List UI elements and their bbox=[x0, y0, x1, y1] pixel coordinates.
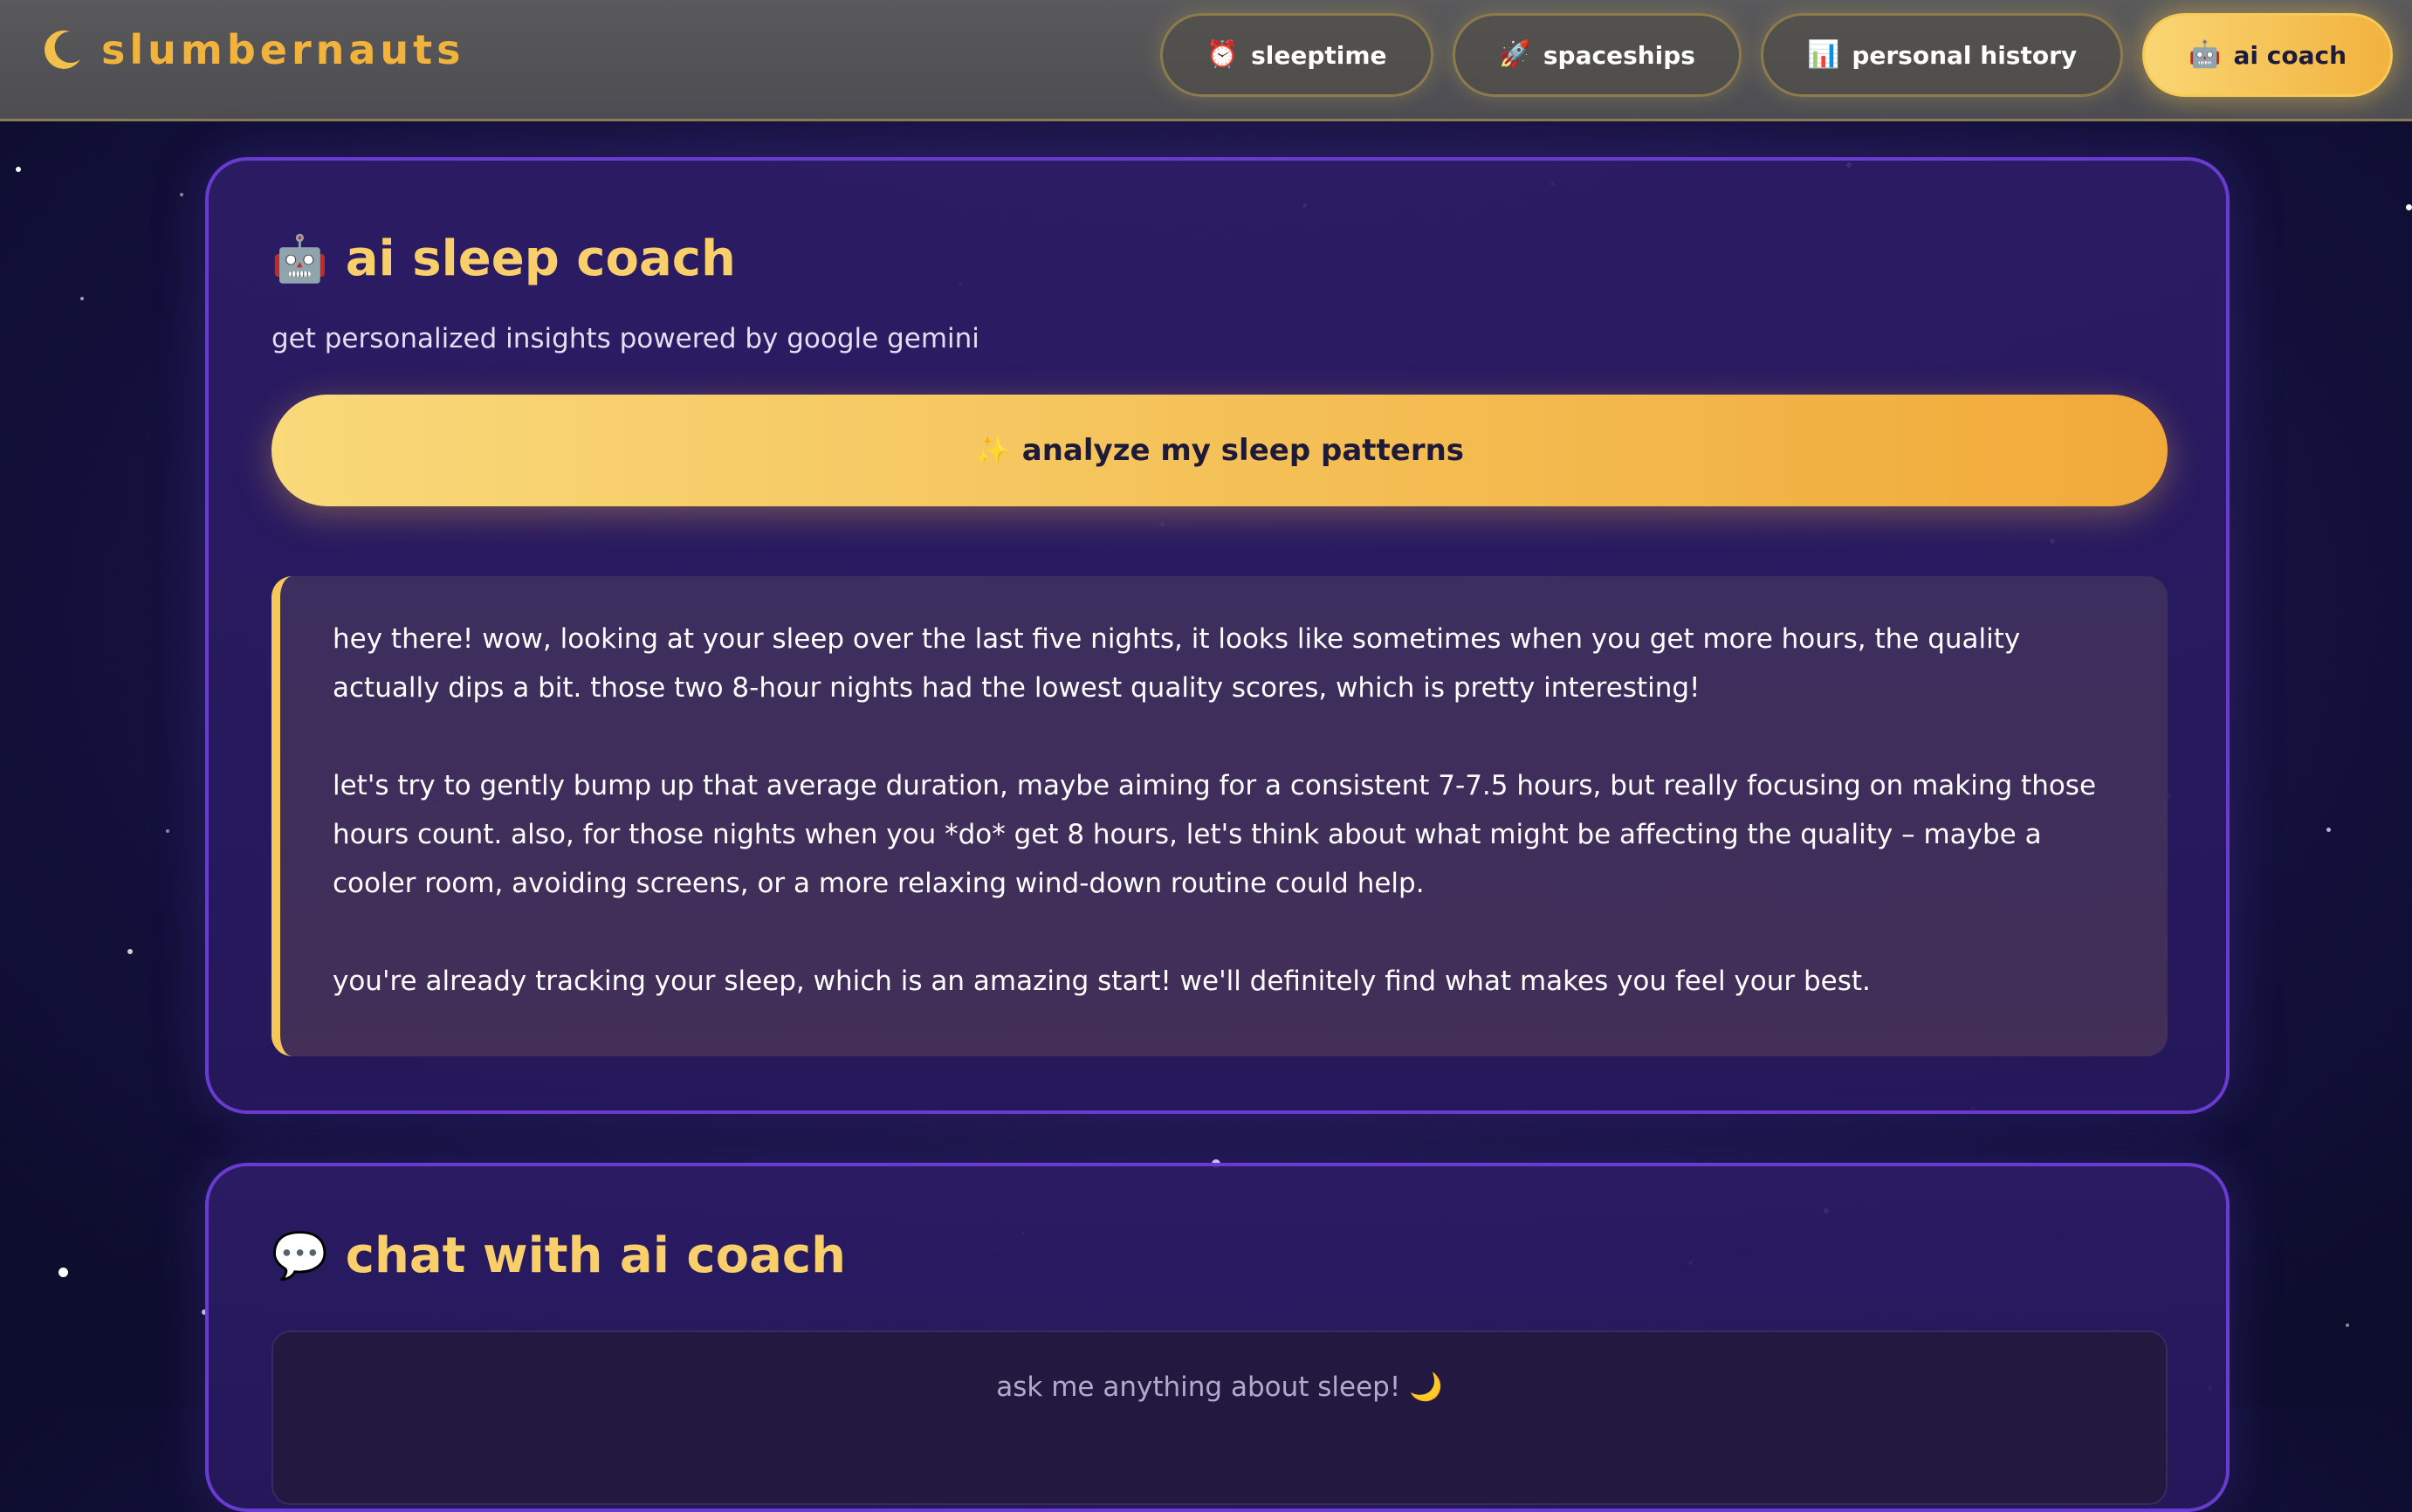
coach-title: 🤖 ai sleep coach bbox=[271, 230, 736, 287]
brand[interactable]: slumbernauts bbox=[40, 26, 465, 73]
nav-spaceships-button[interactable]: 🚀 spaceships bbox=[1452, 13, 1742, 97]
app-name: slumbernauts bbox=[101, 26, 465, 73]
coach-title-text: ai sleep coach bbox=[345, 230, 736, 287]
chat-empty-placeholder: ask me anything about sleep! 🌙 bbox=[996, 1371, 1443, 1403]
main-nav: ⏰ sleeptime 🚀 spaceships 📊 personal hist… bbox=[1159, 13, 2393, 97]
robot-icon: 🤖 bbox=[271, 232, 328, 285]
ai-sleep-coach-card: 🤖 ai sleep coach get personalized insigh… bbox=[205, 157, 2230, 1114]
analyze-button-label: analyze my sleep patterns bbox=[1021, 433, 1465, 468]
insight-paragraph: hey there! wow, looking at your sleep ov… bbox=[333, 623, 2021, 704]
bar-chart-icon: 📊 bbox=[1806, 39, 1840, 70]
sparkles-icon: ✨ bbox=[974, 434, 1010, 467]
nav-ai-coach-label: ai coach bbox=[2233, 40, 2347, 70]
alarm-clock-icon: ⏰ bbox=[1206, 39, 1240, 70]
coach-subtitle: get personalized insights powered by goo… bbox=[271, 323, 979, 354]
nav-personal-history-button[interactable]: 📊 personal history bbox=[1760, 13, 2124, 97]
chat-messages-area[interactable]: ask me anything about sleep! 🌙 bbox=[271, 1330, 2168, 1505]
rocket-icon: 🚀 bbox=[1498, 39, 1531, 70]
nav-spaceships-label: spaceships bbox=[1543, 40, 1695, 70]
speech-bubble-icon: 💬 bbox=[271, 1229, 328, 1282]
nav-sleeptime-button[interactable]: ⏰ sleeptime bbox=[1159, 13, 1433, 97]
analyze-sleep-patterns-button[interactable]: ✨ analyze my sleep patterns bbox=[271, 395, 2168, 506]
insight-paragraph: you're already tracking your sleep, whic… bbox=[333, 966, 1871, 997]
ai-insight-panel: hey there! wow, looking at your sleep ov… bbox=[271, 576, 2168, 1056]
top-navbar: slumbernauts ⏰ sleeptime 🚀 spaceships 📊 … bbox=[0, 0, 2412, 121]
chat-title: 💬 chat with ai coach bbox=[271, 1227, 846, 1284]
chat-title-text: chat with ai coach bbox=[345, 1227, 846, 1284]
crescent-moon-icon bbox=[40, 28, 84, 72]
chat-with-ai-coach-card: 💬 chat with ai coach ask me anything abo… bbox=[205, 1163, 2230, 1512]
nav-personal-history-label: personal history bbox=[1852, 40, 2078, 70]
insight-paragraph: let's try to gently bump up that average… bbox=[333, 770, 2097, 899]
robot-icon: 🤖 bbox=[2189, 39, 2222, 70]
nav-sleeptime-label: sleeptime bbox=[1251, 40, 1387, 70]
nav-ai-coach-button[interactable]: 🤖 ai coach bbox=[2142, 13, 2393, 97]
